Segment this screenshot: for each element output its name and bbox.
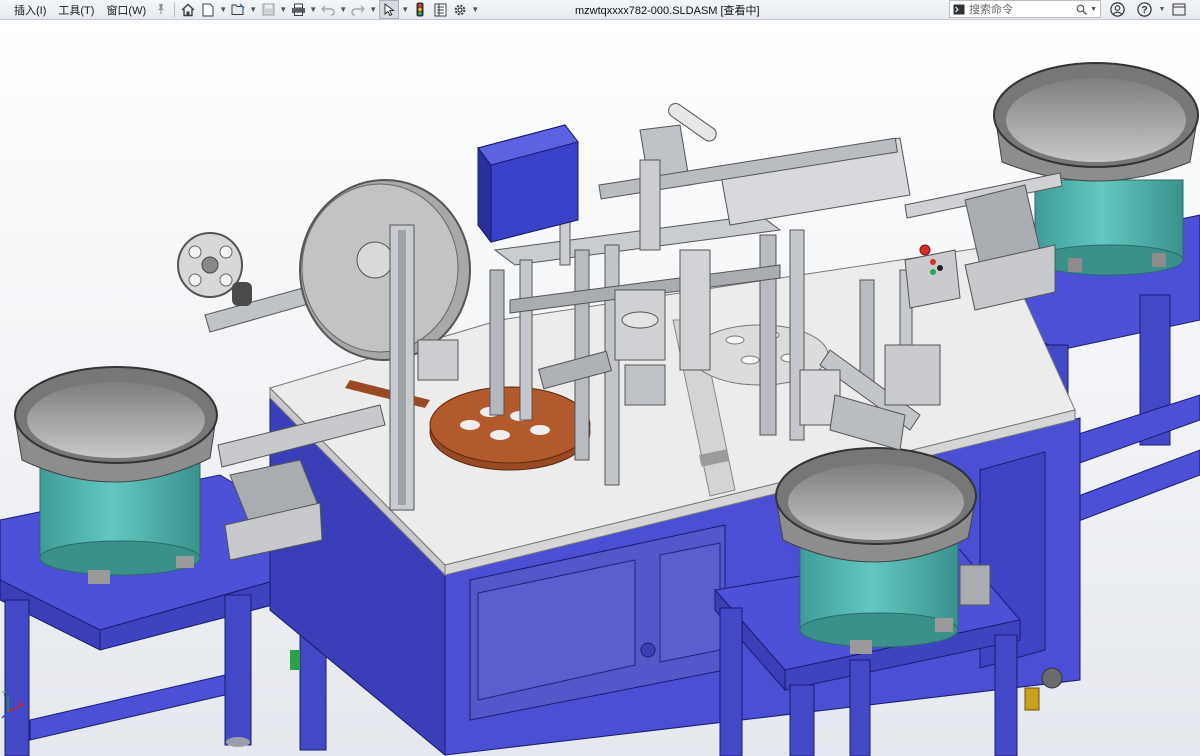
home-icon[interactable] (179, 1, 197, 18)
triad-y-label: Y (2, 691, 7, 698)
help-icon[interactable]: ? (1135, 1, 1153, 18)
file-properties-icon[interactable] (431, 1, 449, 18)
undo-icon[interactable] (319, 1, 337, 18)
chevron-down-icon[interactable]: ▼ (471, 5, 479, 14)
toolbar-separator (174, 2, 176, 17)
menu-tools[interactable]: 工具(T) (52, 2, 100, 18)
open-icon[interactable] (229, 1, 247, 18)
search-icon[interactable] (1076, 4, 1088, 15)
chevron-down-icon[interactable]: ▼ (401, 5, 409, 14)
svg-text:?: ? (1141, 5, 1147, 16)
print-icon[interactable] (289, 1, 307, 18)
menu-insert[interactable]: 插入(I) (8, 2, 52, 18)
menu-window[interactable]: 窗口(W) (100, 2, 152, 18)
redo-icon[interactable] (349, 1, 367, 18)
save-icon[interactable] (259, 1, 277, 18)
chevron-down-icon[interactable]: ▼ (369, 5, 377, 14)
terminal-icon[interactable] (953, 4, 965, 15)
document-title: mzwtqxxxx782-000.SLDASM [查看中] (575, 5, 760, 17)
pin-icon[interactable] (152, 3, 170, 17)
triad-x-label: x (18, 699, 22, 706)
search-input[interactable]: 搜索命令 (969, 1, 1013, 17)
chevron-down-icon[interactable]: ▼ (339, 5, 347, 14)
chevron-down-icon[interactable]: ▼ (309, 5, 317, 14)
window-menu-icon[interactable] (1170, 1, 1188, 18)
chevron-down-icon[interactable]: ▼ (1157, 1, 1167, 18)
gear-icon[interactable] (451, 1, 469, 18)
select-arrow-icon[interactable] (379, 0, 400, 19)
model-viewport[interactable]: x Y (0, 20, 1200, 756)
search-box[interactable]: 搜索命令 ▼ (949, 0, 1101, 18)
chevron-down-icon[interactable]: ▼ (1090, 6, 1097, 13)
chevron-down-icon[interactable]: ▼ (219, 5, 227, 14)
chevron-down-icon[interactable]: ▼ (249, 5, 257, 14)
traffic-light-icon[interactable] (411, 1, 429, 18)
chevron-down-icon[interactable]: ▼ (279, 5, 287, 14)
new-document-icon[interactable] (199, 1, 217, 18)
user-icon[interactable] (1108, 1, 1126, 18)
